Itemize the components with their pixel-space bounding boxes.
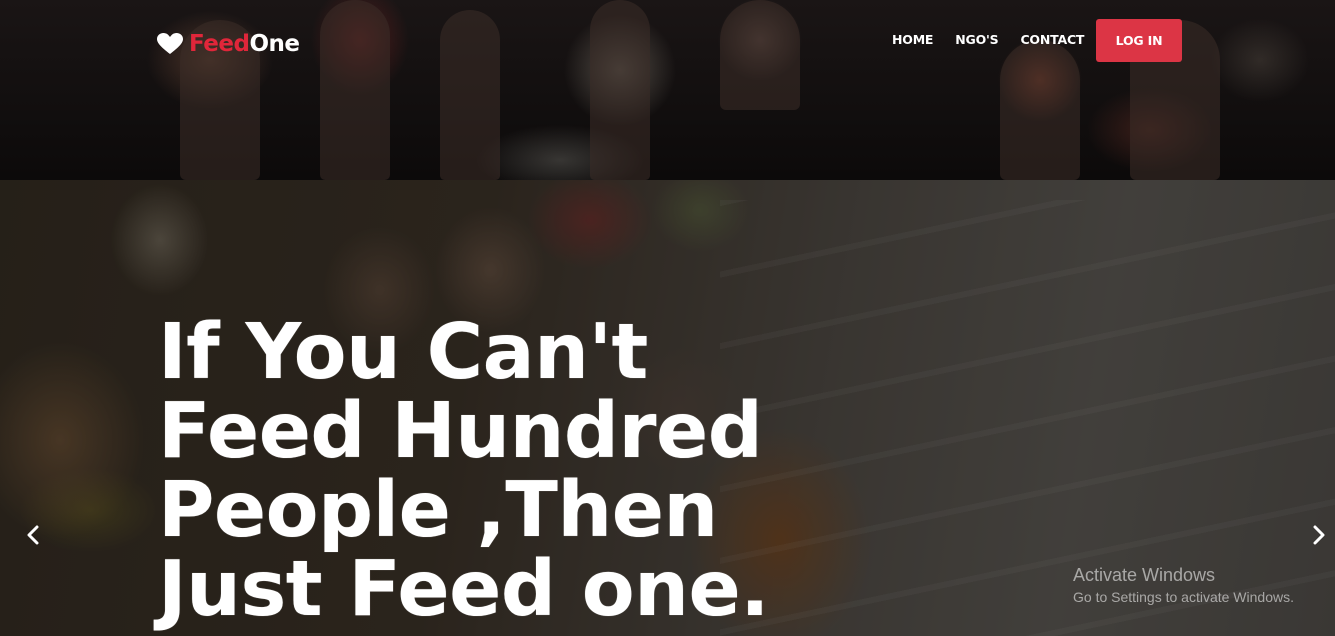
nav-home[interactable]: HOME [892, 32, 933, 47]
carousel-prev-button[interactable] [20, 522, 46, 548]
login-button[interactable]: LOG IN [1096, 19, 1182, 62]
main-nav: HOME NGO'S CONTACT [892, 32, 1084, 47]
hero-line-1: If You Can't [158, 308, 648, 397]
landing-page: FeedOne HOME NGO'S CONTACT LOG IN If You… [0, 0, 1335, 636]
watermark-subtitle: Go to Settings to activate Windows. [1073, 589, 1294, 605]
nav-ngos[interactable]: NGO'S [955, 32, 998, 47]
site-header: FeedOne HOME NGO'S CONTACT LOG IN [0, 0, 1335, 80]
chevron-left-icon [27, 525, 39, 545]
windows-activation-watermark: Activate Windows Go to Settings to activ… [1073, 565, 1294, 605]
heart-icon [157, 33, 183, 54]
brand-name-feed: Feed [189, 31, 250, 57]
watermark-title: Activate Windows [1073, 565, 1216, 585]
hero-line-2: Feed Hundred [158, 387, 763, 476]
brand-name-one: One [249, 31, 300, 57]
nav-contact[interactable]: CONTACT [1020, 32, 1084, 47]
brand-logo[interactable]: FeedOne [157, 29, 300, 59]
chevron-right-icon [1313, 525, 1325, 545]
carousel-next-button[interactable] [1306, 522, 1332, 548]
hero-line-3: People ,Then [158, 466, 718, 555]
hero-headline: If You Can't Feed Hundred People ,Then J… [158, 313, 858, 629]
hero-line-4: Just Feed one. [158, 545, 769, 634]
